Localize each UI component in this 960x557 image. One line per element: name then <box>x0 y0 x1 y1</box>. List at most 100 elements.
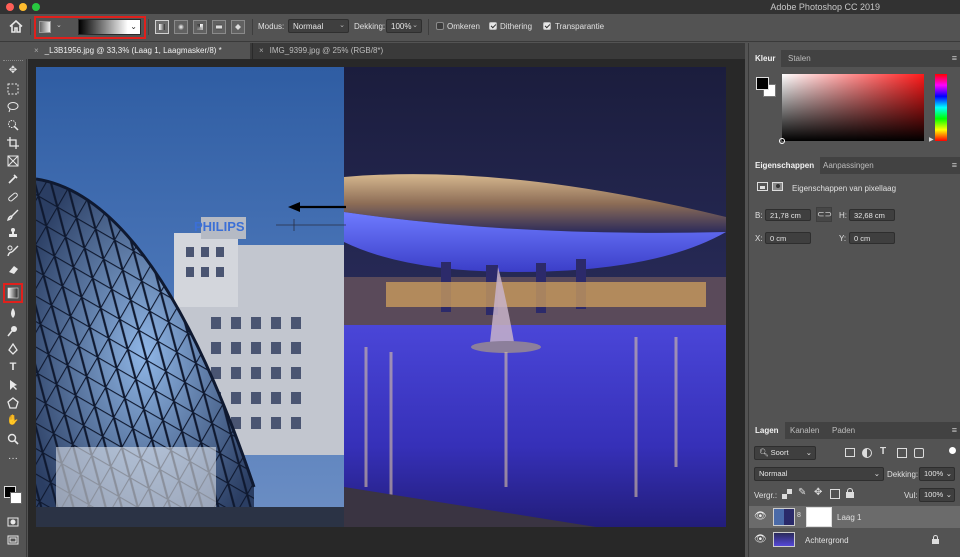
foreground-color-swatch[interactable] <box>756 77 769 90</box>
filter-adjustment-icon[interactable] <box>862 448 872 458</box>
lock-artboard-icon[interactable] <box>830 489 840 499</box>
history-brush-tool-icon[interactable] <box>4 243 22 259</box>
tab-kanalen[interactable]: Kanalen <box>784 422 825 439</box>
fill-input[interactable]: 100% ⌄ <box>919 488 955 502</box>
eye-icon[interactable]: 👁︎ <box>754 511 767 522</box>
mask-link-icon[interactable]: 8 <box>797 512 801 519</box>
eye-icon[interactable]: 👁︎ <box>754 534 767 545</box>
canvas-photo[interactable]: PHILIPS <box>36 67 726 527</box>
brush-tool-icon[interactable] <box>4 207 22 223</box>
gradient-editor-swatch[interactable]: ⌄ <box>78 19 141 35</box>
fill-label: Vul: <box>904 491 918 500</box>
reverse-checkbox[interactable] <box>436 22 444 30</box>
panel-menu-icon[interactable]: ≡ <box>952 53 957 63</box>
tool-preset-picker[interactable]: ⌄ <box>39 20 67 34</box>
link-icon[interactable]: ⊂⊃ <box>816 207 832 222</box>
lock-pixels-icon[interactable]: ✎ <box>798 487 806 498</box>
minimize-window-button[interactable] <box>19 3 27 11</box>
filter-pixel-icon[interactable] <box>845 448 855 457</box>
more-tools-icon[interactable]: ··· <box>4 451 22 467</box>
tab-lagen[interactable]: Lagen <box>749 422 785 439</box>
eyedropper-tool-icon[interactable] <box>4 171 22 187</box>
blend-mode-select[interactable]: Normaal ⌄ <box>754 467 884 481</box>
linear-gradient-button[interactable] <box>155 20 169 34</box>
layer-mask-thumbnail[interactable] <box>806 507 832 527</box>
lock-all-icon[interactable] <box>846 488 854 498</box>
opacity-input[interactable]: 100% ⌄ <box>386 19 422 33</box>
y-input[interactable]: 0 cm <box>849 232 895 244</box>
reflected-gradient-button[interactable] <box>212 20 226 34</box>
tab-l3b1956[interactable]: × _L3B1956.jpg @ 33,3% (Laag 1, Laagmaske… <box>28 43 250 59</box>
filter-type-icon[interactable]: T <box>880 446 886 457</box>
pixel-layer-icon <box>757 182 768 191</box>
panel-menu-icon[interactable]: ≡ <box>952 425 957 435</box>
panel-menu-icon[interactable]: ≡ <box>952 160 957 170</box>
mask-icon[interactable] <box>772 182 783 191</box>
tab-paden[interactable]: Paden <box>826 422 861 439</box>
quick-mask-icon[interactable] <box>4 514 22 530</box>
close-window-button[interactable] <box>6 3 14 11</box>
stamp-tool-icon[interactable] <box>4 225 22 241</box>
layer-name: Achtergrond <box>805 536 849 545</box>
close-icon[interactable]: × <box>34 46 39 55</box>
shape-tool-icon[interactable] <box>4 395 22 411</box>
x-input[interactable]: 0 cm <box>765 232 811 244</box>
height-input[interactable]: 32,68 cm <box>849 209 895 221</box>
move-tool-icon[interactable]: ✥ <box>4 63 22 79</box>
path-select-tool-icon[interactable] <box>4 377 22 393</box>
transparency-checkbox[interactable] <box>543 22 551 30</box>
mode-select[interactable]: Normaal ⌄ <box>288 19 349 33</box>
tab-eigenschappen[interactable]: Eigenschappen <box>749 157 821 174</box>
angle-gradient-button[interactable] <box>193 20 207 34</box>
layer-row-laag-1[interactable]: 👁︎ 8 Laag 1 <box>749 506 960 528</box>
background-color-swatch[interactable] <box>10 492 22 504</box>
blur-tool-icon[interactable] <box>4 305 22 321</box>
tab-stalen[interactable]: Stalen <box>782 50 817 67</box>
layer-name: Laag 1 <box>837 513 862 522</box>
chevron-down-icon: ⌄ <box>805 448 812 457</box>
reverse-label: Omkeren <box>447 22 480 31</box>
healing-brush-tool-icon[interactable] <box>4 189 22 205</box>
close-icon[interactable]: × <box>259 46 264 55</box>
filter-toggle-icon[interactable] <box>949 447 956 454</box>
filter-smart-object-icon[interactable] <box>914 448 924 458</box>
lock-transparent-icon[interactable] <box>782 489 792 499</box>
tab-img9399[interactable]: × IMG_9399.jpg @ 25% (RGB/8*) <box>252 43 422 59</box>
lock-position-icon[interactable]: ✥ <box>814 487 822 498</box>
dodge-tool-icon[interactable] <box>4 323 22 339</box>
diamond-gradient-button[interactable] <box>231 20 245 34</box>
width-label: B: <box>755 211 763 220</box>
layer-opacity-input[interactable]: 100% ⌄ <box>919 467 955 481</box>
gradient-tool-icon[interactable] <box>3 283 23 303</box>
tab-aanpassingen[interactable]: Aanpassingen <box>817 157 880 174</box>
width-input[interactable]: 21,78 cm <box>765 209 811 221</box>
options-bar: ⌄ ⌄ Modus: Normaal ⌄ Dekking: 100% ⌄ Omker… <box>0 14 960 42</box>
hue-slider[interactable] <box>935 74 947 141</box>
zoom-tool-icon[interactable] <box>4 431 22 447</box>
tab-kleur[interactable]: Kleur <box>749 50 782 67</box>
radial-gradient-button[interactable] <box>174 20 188 34</box>
quick-select-tool-icon[interactable] <box>4 117 22 133</box>
screen-mode-icon[interactable] <box>4 532 22 548</box>
hand-tool-icon[interactable]: ✋ <box>4 413 22 429</box>
filter-shape-icon[interactable] <box>897 448 907 458</box>
filter-value: Soort <box>770 448 789 457</box>
hue-slider-handle[interactable]: ▶ <box>929 136 934 143</box>
home-icon[interactable] <box>9 19 25 34</box>
lasso-tool-icon[interactable] <box>4 99 22 115</box>
frame-tool-icon[interactable] <box>4 153 22 169</box>
pen-tool-icon[interactable] <box>4 341 22 357</box>
marquee-tool-icon[interactable] <box>4 81 22 97</box>
dither-checkbox[interactable] <box>489 22 497 30</box>
chevron-down-icon[interactable]: ⌄ <box>130 22 137 31</box>
zoom-window-button[interactable] <box>32 3 40 11</box>
eraser-tool-icon[interactable] <box>4 261 22 277</box>
layers-panel-tabs: Lagen Kanalen Paden ≡ <box>749 422 960 439</box>
color-picker-field[interactable] <box>779 74 924 144</box>
layer-row-achtergrond[interactable]: 👁︎ Achtergrond <box>749 529 960 551</box>
type-tool-icon[interactable]: T <box>4 359 22 375</box>
crop-tool-icon[interactable] <box>4 135 22 151</box>
canvas-area[interactable]: PHILIPS <box>28 59 745 557</box>
document-canvas[interactable]: PHILIPS <box>36 67 726 527</box>
layer-filter-select[interactable]: 🔍︎ Soort ⌄ <box>754 446 816 460</box>
